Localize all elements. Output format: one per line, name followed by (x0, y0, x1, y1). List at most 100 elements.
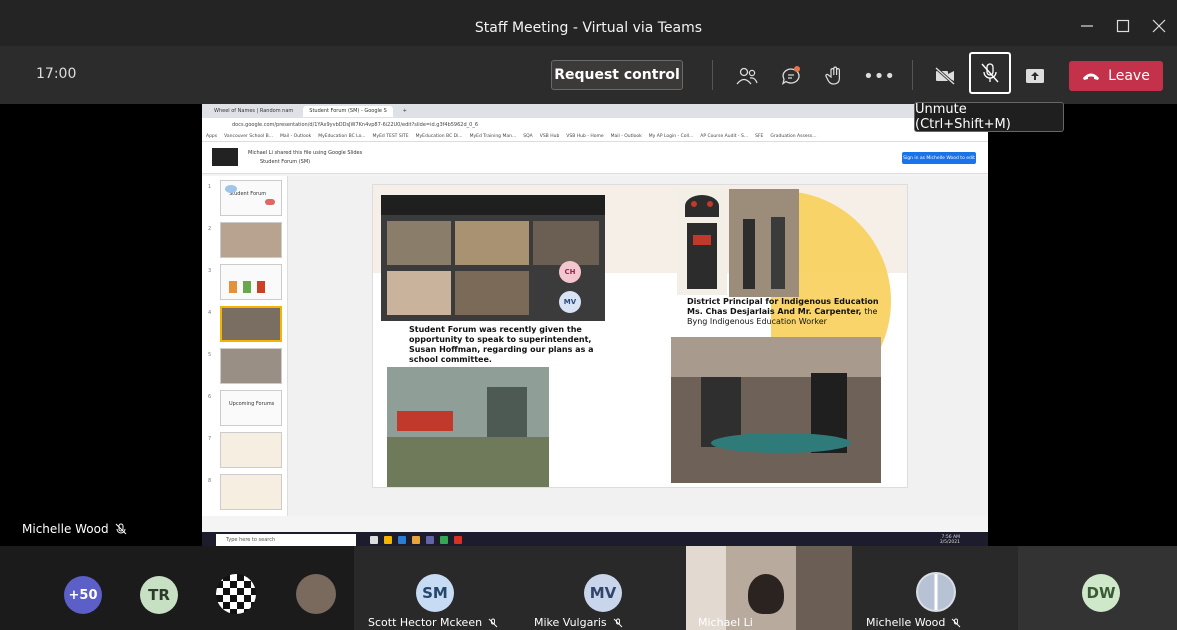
chrome-icon[interactable] (440, 536, 448, 544)
participants-button[interactable] (732, 61, 762, 91)
share-screen-button[interactable] (1020, 61, 1050, 91)
taskbar-search[interactable]: Type here to search (216, 534, 356, 546)
participant-name: Scott Hector Mckeen (368, 616, 498, 629)
hand-icon (825, 66, 840, 85)
file-explorer-icon[interactable] (384, 536, 392, 544)
presenter-label: Michelle Wood (22, 522, 127, 536)
bookmark[interactable]: My AP Login - Coll... (649, 134, 694, 139)
slide-thumbnail-selected[interactable] (220, 306, 282, 342)
request-control-button[interactable]: Request control (551, 60, 683, 90)
camera-off-icon (935, 66, 955, 86)
hang-up-icon (1083, 73, 1100, 80)
totem-artwork (677, 189, 727, 295)
participant-video-tile[interactable]: Michael Li (686, 546, 852, 630)
participant-name-text: Mike Vulgaris (534, 616, 607, 629)
slide-caption-right: District Principal for Indigenous Educat… (687, 297, 887, 327)
chat-button[interactable] (776, 61, 806, 91)
file-name[interactable]: Student Forum (SM) (260, 159, 310, 165)
slide-thumbnail[interactable] (220, 264, 282, 300)
current-slide: CH MV Student Forum was recently given t… (372, 184, 908, 488)
taskbar-clock: 7:56 AM 3/5/2021 (940, 535, 960, 545)
bookmark[interactable]: Graduation Assess... (770, 134, 816, 139)
sign-in-button[interactable]: Sign in as Michelle Wood to edit (902, 152, 976, 164)
chat-icon (781, 66, 800, 85)
more-actions-button[interactable]: ••• (863, 61, 895, 91)
bookmark[interactable]: Mail - Outlook (280, 134, 311, 139)
bookmark[interactable]: VSB Hub (540, 134, 560, 139)
bookmark[interactable]: MyEd Training Man... (470, 134, 517, 139)
close-icon (1152, 19, 1166, 33)
participant-name: Mike Vulgaris (534, 616, 623, 629)
mail-icon[interactable] (398, 536, 406, 544)
browser-tab-bar: Wheel of Names | Random nam Student Foru… (202, 104, 988, 118)
bookmark[interactable]: SFE (755, 134, 763, 139)
bookmark[interactable]: Mail - Outlook (611, 134, 642, 139)
zoom-call-photo: CH MV (381, 195, 605, 321)
participant-name-text: Michael Li (698, 616, 753, 629)
bookmark[interactable]: MyEd TEST SITE (373, 134, 409, 139)
zoom-avatar: MV (559, 291, 581, 313)
meeting-stage: Wheel of Names | Random nam Student Foru… (0, 104, 1177, 548)
slide-thumbnail[interactable] (220, 474, 282, 510)
participant-group: +50 TR (0, 546, 354, 630)
toolbar-divider (712, 60, 713, 90)
shared-screen: Wheel of Names | Random nam Student Foru… (202, 104, 988, 548)
participant-name-text: Michelle Wood (866, 616, 946, 629)
app-icon[interactable] (412, 536, 420, 544)
acrobat-icon[interactable] (454, 536, 462, 544)
mic-toggle-button[interactable] (969, 52, 1011, 94)
meeting-photo (671, 337, 881, 483)
participant-tile[interactable]: SM Scott Hector Mckeen (354, 546, 520, 630)
toolbar-divider (912, 60, 913, 90)
presenter-name: Michelle Wood (22, 522, 109, 536)
task-view-icon[interactable] (370, 536, 378, 544)
browser-tab-active[interactable]: Student Forum (SM) - Google S (303, 105, 393, 117)
bookmark[interactable]: MyEducation BC Lo... (318, 134, 365, 139)
outdoor-photo (387, 367, 549, 487)
bookmark[interactable]: Apps (206, 134, 217, 139)
slide-thumbnail[interactable]: Upcoming Forums (220, 390, 282, 426)
bookmark[interactable]: Vancouver School B... (224, 134, 273, 139)
participant-avatar-photo[interactable] (296, 574, 336, 614)
new-tab-icon[interactable]: + (396, 105, 413, 117)
raise-hand-button[interactable] (820, 61, 850, 91)
slide-thumbnail[interactable] (220, 348, 282, 384)
participant-name: Michael Li (698, 616, 753, 629)
minimize-icon (1081, 25, 1093, 27)
slide-thumbnail[interactable] (220, 222, 282, 258)
slides-header: Michael Li shared this file using Google… (202, 142, 988, 174)
camera-toggle-button[interactable] (930, 61, 960, 91)
browser-tab[interactable]: Wheel of Names | Random nam (208, 105, 300, 117)
share-tray-icon (1026, 69, 1044, 83)
participant-strip: +50 TR SM Scott Hector Mckeen MV Mike Vu… (0, 546, 1177, 630)
participant-avatar-photo (916, 572, 956, 612)
minimize-button[interactable] (1069, 10, 1105, 42)
caption-right-bold: District Principal for Indigenous Educat… (687, 297, 879, 316)
participant-avatar-checker[interactable] (216, 574, 256, 614)
participant-tile[interactable]: DW (1018, 546, 1177, 630)
participant-tile[interactable]: MV Mike Vulgaris (520, 546, 686, 630)
overflow-participants-button[interactable]: +50 (64, 576, 102, 614)
thumb-title: Upcoming Forums (229, 401, 275, 407)
zoom-avatar: CH (559, 261, 581, 283)
participant-avatar: DW (1082, 574, 1120, 612)
teams-icon[interactable] (426, 536, 434, 544)
slide-filmstrip[interactable]: 1 Student Forum 2 3 4 5 6 Upcoming Forum… (202, 176, 288, 516)
bookmark[interactable]: MyEducation BC Di... (416, 134, 463, 139)
address-bar[interactable]: docs.google.com/presentation/d/1YAx9yvbD… (202, 118, 988, 131)
bookmark[interactable]: AP Course Audit - S... (700, 134, 748, 139)
participant-avatar: SM (416, 574, 454, 612)
mic-off-icon (115, 523, 126, 535)
participant-tile[interactable]: Michelle Wood (852, 546, 1018, 630)
slide-thumbnail[interactable]: Student Forum (220, 180, 282, 216)
bookmark[interactable]: VSB Hub - Home (566, 134, 603, 139)
window-controls (1069, 10, 1177, 42)
slide-thumbnail[interactable] (220, 432, 282, 468)
leave-button[interactable]: Leave (1069, 61, 1163, 91)
close-button[interactable] (1141, 10, 1177, 42)
participant-name: Michelle Wood (866, 616, 961, 629)
taskbar-apps (370, 536, 462, 544)
bookmark[interactable]: SQA (523, 134, 532, 139)
maximize-button[interactable] (1105, 10, 1141, 42)
participant-avatar[interactable]: TR (140, 576, 178, 614)
